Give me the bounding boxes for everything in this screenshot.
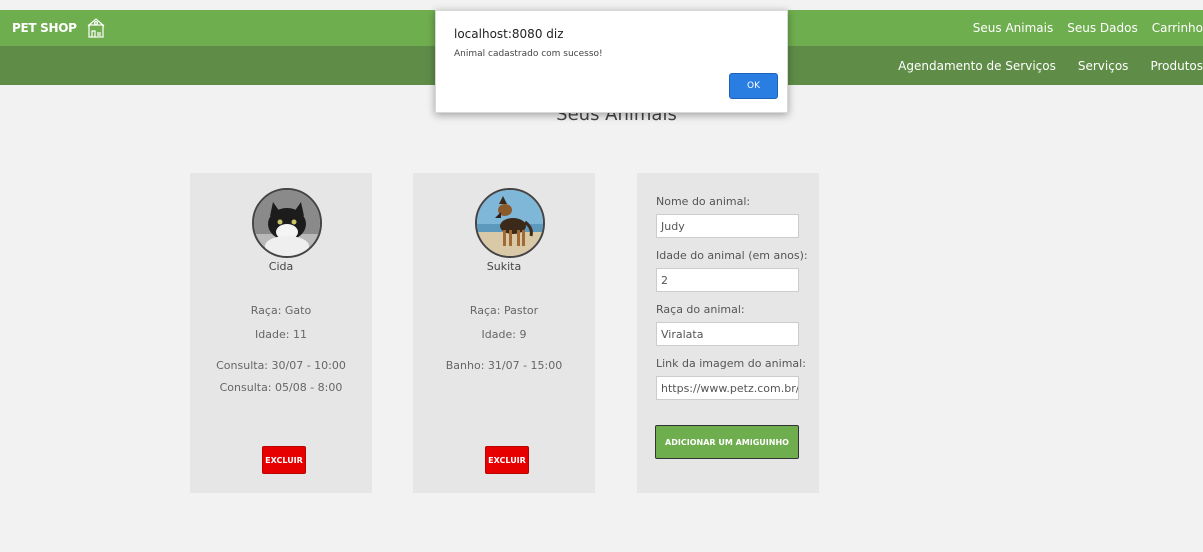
nav-seus-dados[interactable]: Seus Dados (1067, 21, 1137, 35)
pet-age-label: Idade do animal (em anos): (656, 249, 808, 262)
pet-appointment: Consulta: 30/07 - 10:00 (216, 359, 346, 372)
pet-avatar (475, 188, 545, 258)
delete-pet-button[interactable]: EXCLUIR (485, 446, 529, 474)
nav-produtos[interactable]: Produtos (1150, 59, 1203, 73)
top-nav: Seus Animais Seus Dados Carrinho (959, 10, 1203, 46)
cat-photo (254, 190, 320, 256)
delete-pet-button[interactable]: EXCLUIR (262, 446, 306, 474)
pet-card: Cida Raça: Gato Idade: 11 Consulta: 30/0… (190, 173, 372, 493)
pet-image-label: Link da imagem do animal: (656, 357, 806, 370)
dog-photo (477, 190, 543, 256)
nav-carrinho[interactable]: Carrinho (1152, 21, 1203, 35)
nav-servicos[interactable]: Serviços (1078, 59, 1129, 73)
pet-name-label: Nome do animal: (656, 195, 751, 208)
pet-race-input[interactable]: Viralata (656, 322, 799, 346)
pet-avatar (252, 188, 322, 258)
nav-seus-animais[interactable]: Seus Animais (973, 21, 1053, 35)
pet-race-label: Raça do animal: (656, 303, 745, 316)
pet-name-input[interactable]: Judy (656, 214, 799, 238)
pet-image-input[interactable]: https://www.petz.com.br/blog (656, 376, 799, 400)
pet-appointment: Banho: 31/07 - 15:00 (445, 359, 563, 372)
pet-name: Sukita (486, 260, 522, 273)
pet-card: Sukita Raça: Pastor Idade: 9 Banho: 31/0… (413, 173, 595, 493)
pet-age-input[interactable]: 2 (656, 268, 799, 292)
brand-name: PET SHOP (12, 21, 77, 35)
pet-race: Raça: Pastor (469, 304, 539, 317)
pet-race: Raça: Gato (250, 304, 312, 317)
add-pet-form: Nome do animal: Judy Idade do animal (em… (637, 173, 819, 493)
pet-age: Idade: 9 (481, 328, 527, 341)
sub-nav: Agendamento de Serviços Serviços Produto… (876, 46, 1203, 85)
nav-agendamento[interactable]: Agendamento de Serviços (898, 59, 1056, 73)
brand-logo[interactable]: PET SHOP (12, 10, 107, 46)
dialog-message: Animal cadastrado com sucesso! (454, 49, 603, 59)
pet-shop-logo-icon (87, 18, 105, 38)
pet-name: Cida (268, 260, 294, 273)
dialog-title: localhost:8080 diz (454, 27, 564, 41)
add-pet-button[interactable]: ADICIONAR UM AMIGUINHO (655, 425, 799, 459)
pet-age: Idade: 11 (255, 328, 307, 341)
dialog-ok-button[interactable]: OK (729, 73, 778, 99)
alert-dialog: localhost:8080 diz Animal cadastrado com… (435, 10, 788, 113)
pet-appointment: Consulta: 05/08 - 8:00 (219, 381, 343, 394)
